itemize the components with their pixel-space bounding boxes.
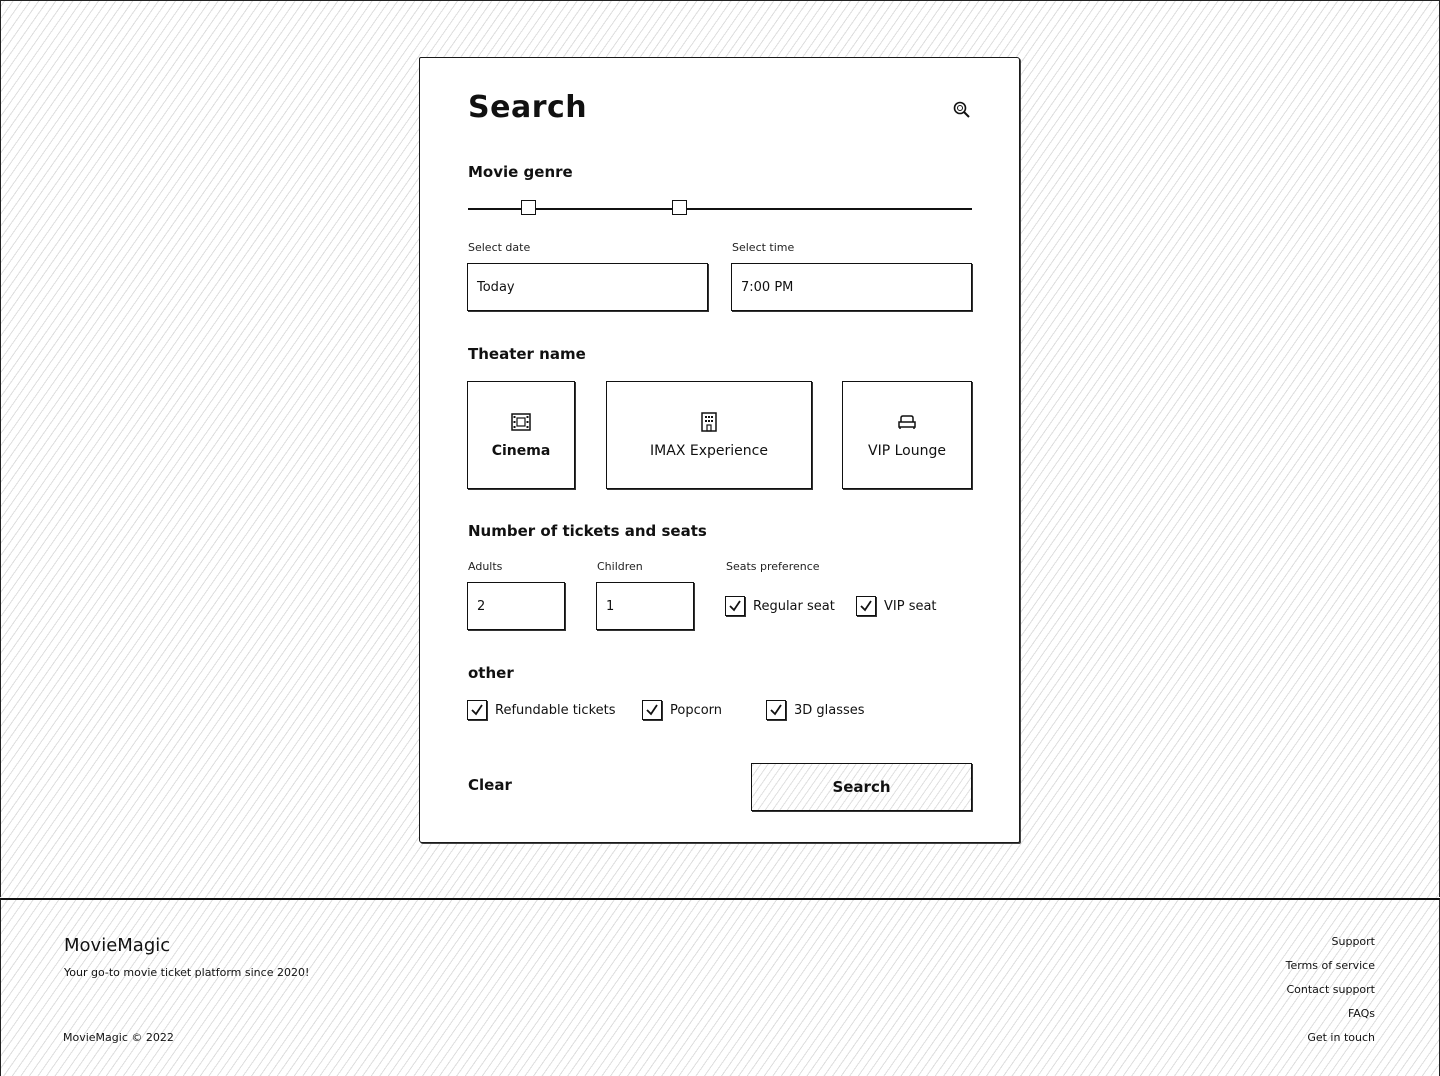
3d-glasses-checkbox[interactable] [766, 700, 786, 720]
theater-option-imax[interactable]: IMAX Experience [606, 381, 812, 489]
panel-title: Search [468, 90, 588, 125]
check-icon [770, 704, 782, 716]
children-label: Children [597, 560, 643, 573]
search-button[interactable]: Search [751, 763, 972, 811]
regular-seat-checkbox[interactable] [725, 596, 745, 616]
theater-label: Theater name [468, 345, 586, 363]
theater-option-vip-lounge[interactable]: VIP Lounge [842, 381, 972, 489]
genre-slider-max-handle[interactable] [672, 200, 688, 215]
theater-option-cinema[interactable]: Cinema [467, 381, 575, 489]
check-icon [471, 704, 483, 716]
other-label: other [468, 664, 514, 682]
vip-seat-checkbox[interactable] [856, 596, 876, 616]
footer: MovieMagic Your go-to movie ticket platf… [0, 898, 1440, 1076]
sofa-icon [898, 415, 916, 429]
footer-tagline: Your go-to movie ticket platform since 2… [64, 966, 310, 979]
footer-link-contact-support[interactable]: Contact support [1286, 982, 1375, 997]
time-input[interactable]: 7:00 PM [731, 263, 972, 311]
search-panel: Search Movie genre Select date Today Sel… [419, 57, 1020, 843]
footer-link-support[interactable]: Support [1332, 934, 1375, 949]
date-input[interactable]: Today [467, 263, 708, 311]
other-option-popcorn[interactable]: Popcorn [642, 700, 722, 720]
film-icon [511, 413, 531, 431]
vip-seat-label: VIP seat [884, 598, 937, 614]
adults-input[interactable]: 2 [467, 582, 565, 630]
check-icon [860, 600, 872, 612]
theater-label-vip-lounge: VIP Lounge [868, 443, 946, 459]
regular-seat-label: Regular seat [753, 598, 835, 614]
genre-slider-track[interactable] [468, 208, 972, 210]
footer-links: Support Terms of service Contact support… [1286, 934, 1375, 1045]
children-value: 1 [606, 598, 615, 614]
time-label: Select time [732, 241, 795, 254]
footer-brand[interactable]: MovieMagic [64, 935, 170, 956]
other-option-refundable[interactable]: Refundable tickets [467, 700, 616, 720]
refundable-checkbox[interactable] [467, 700, 487, 720]
genre-label: Movie genre [468, 163, 573, 181]
seat-option-vip[interactable]: VIP seat [856, 596, 937, 616]
search-icon[interactable] [952, 100, 972, 120]
clear-button[interactable]: Clear [468, 776, 512, 794]
check-icon [646, 704, 658, 716]
seats-label: Seats preference [726, 560, 820, 573]
refundable-label: Refundable tickets [495, 702, 616, 718]
genre-slider-min-handle[interactable] [520, 200, 536, 215]
footer-link-faqs[interactable]: FAQs [1348, 1006, 1375, 1021]
check-icon [729, 600, 741, 612]
date-value: Today [477, 279, 515, 295]
3d-glasses-label: 3D glasses [794, 702, 865, 718]
building-icon [701, 412, 717, 432]
theater-label-imax: IMAX Experience [650, 443, 768, 459]
seat-option-regular[interactable]: Regular seat [725, 596, 835, 616]
footer-link-terms[interactable]: Terms of service [1286, 958, 1375, 973]
date-label: Select date [468, 241, 531, 254]
children-input[interactable]: 1 [596, 582, 694, 630]
adults-label: Adults [468, 560, 503, 573]
other-option-3d-glasses[interactable]: 3D glasses [766, 700, 865, 720]
popcorn-checkbox[interactable] [642, 700, 662, 720]
theater-label-cinema: Cinema [491, 443, 551, 459]
footer-link-get-in-touch[interactable]: Get in touch [1307, 1030, 1375, 1045]
popcorn-label: Popcorn [670, 702, 723, 718]
time-value: 7:00 PM [741, 279, 794, 295]
search-button-label: Search [832, 778, 891, 796]
footer-copyright: MovieMagic © 2022 [63, 1031, 174, 1044]
tickets-label: Number of tickets and seats [468, 522, 707, 540]
adults-value: 2 [477, 598, 486, 614]
